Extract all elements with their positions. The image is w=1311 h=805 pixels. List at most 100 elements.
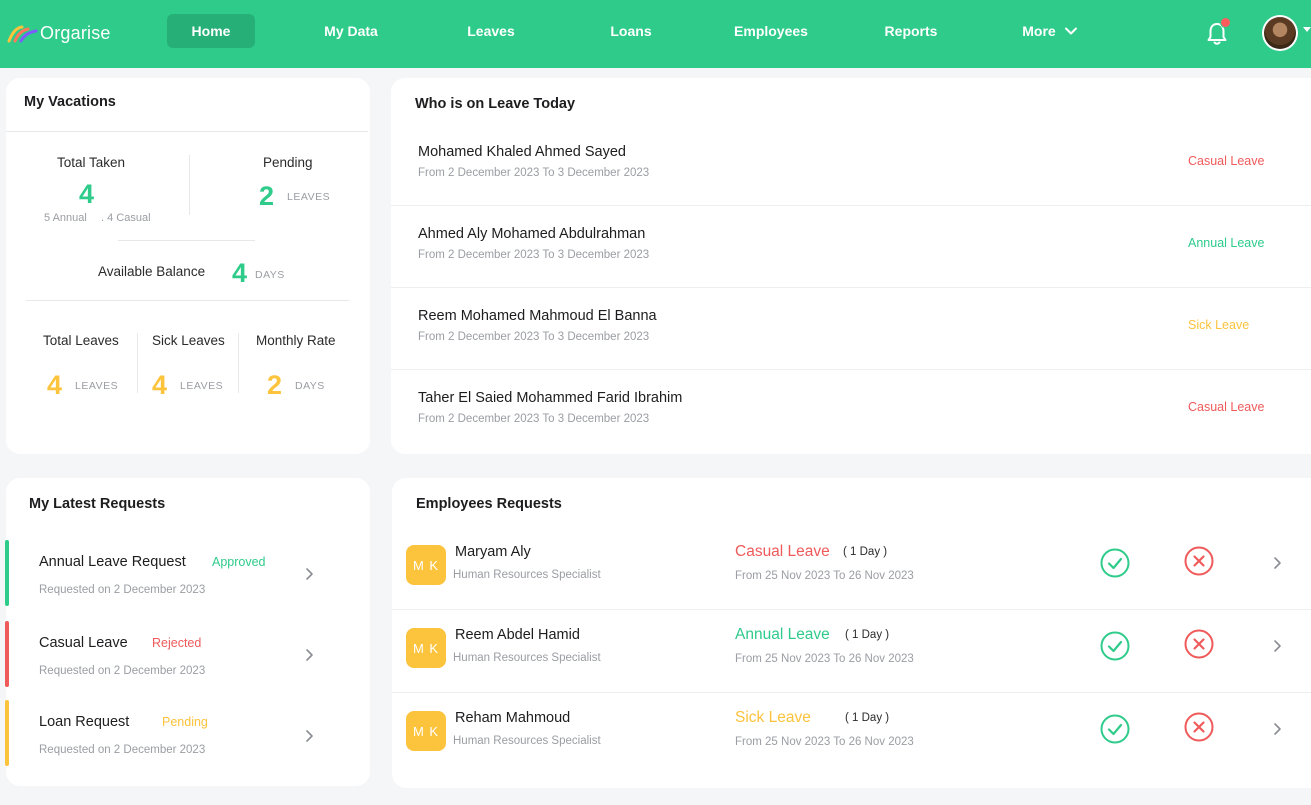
employee-name: Reem Abdel Hamid [455,627,580,643]
my-vacations-card: My Vacations Total Taken 4 5 Annual . 4 … [6,78,370,454]
caret-down-icon[interactable] [1303,27,1311,32]
divider [6,131,368,132]
divider [118,240,255,241]
status-indicator [5,700,9,766]
approve-check-icon[interactable] [1099,713,1131,745]
total-taken-casual: . 4 Casual [101,212,151,224]
card-title: Employees Requests [416,496,562,512]
employee-name: Ahmed Aly Mohamed Abdulrahman [418,226,646,242]
monthly-rate-value: 2 [267,370,283,400]
leave-dates: From 25 Nov 2023 To 26 Nov 2023 [735,570,914,582]
employee-name: Reham Mahmoud [455,710,571,726]
reject-x-icon[interactable] [1183,545,1215,577]
employee-initials-avatar: M K [406,711,446,751]
table-row: M K Reham Mahmoud Human Resources Specia… [392,693,1311,776]
list-item: Ahmed Aly Mohamed Abdulrahman From 2 Dec… [391,206,1311,288]
employee-initials-avatar: M K [406,545,446,585]
app-logo[interactable]: Orgarise [6,20,111,46]
sick-leaves-label: Sick Leaves [152,333,225,348]
my-latest-requests-card: My Latest Requests Annual Leave Request … [5,478,370,786]
leave-dates: From 2 December 2023 To 3 December 2023 [418,331,650,343]
employee-name: Taher El Saied Mohammed Farid Ibrahim [418,390,683,406]
request-title: Loan Request [39,714,130,730]
status-badge: Approved [212,555,266,569]
employee-role: Human Resources Specialist [453,652,601,664]
employee-name: Mohamed Khaled Ahmed Sayed [418,144,626,160]
nav-employees[interactable]: Employees [722,14,820,48]
leave-dates: From 25 Nov 2023 To 26 Nov 2023 [735,653,914,665]
nav-home[interactable]: Home [167,14,255,48]
list-item: Reem Mohamed Mahmoud El Banna From 2 Dec… [391,288,1311,370]
available-balance-label: Available Balance [98,264,206,279]
sick-leaves-unit: LEAVES [180,380,224,392]
reject-x-icon[interactable] [1183,711,1215,743]
request-title: Casual Leave [39,635,128,651]
chevron-down-icon [1064,27,1077,35]
nav-my-data[interactable]: My Data [310,14,392,48]
leave-type: Casual Leave [735,543,830,560]
request-date: Requested on 2 December 2023 [39,744,206,756]
nav-reports[interactable]: Reports [870,14,952,48]
monthly-rate-unit: DAYS [295,380,325,392]
leave-dates: From 25 Nov 2023 To 26 Nov 2023 [735,736,914,748]
request-date: Requested on 2 December 2023 [39,665,206,677]
nav-loans[interactable]: Loans [592,14,670,48]
list-item: Taher El Saied Mohammed Farid Ibrahim Fr… [391,370,1311,452]
divider [189,155,190,215]
divider [26,300,349,301]
nav-leaves[interactable]: Leaves [452,14,530,48]
leave-type: Casual Leave [1188,400,1265,414]
leave-duration: ( 1 Day ) [843,546,888,558]
available-balance-value: 4 [232,258,248,288]
notification-badge [1220,17,1231,28]
employee-initials-avatar: M K [406,628,446,668]
card-title: Who is on Leave Today [415,96,576,112]
total-leaves-value: 4 [47,370,63,400]
status-indicator [5,621,9,687]
request-date: Requested on 2 December 2023 [39,584,206,596]
leave-type: Annual Leave [1188,236,1265,250]
divider [137,333,138,393]
total-taken-label: Total Taken [57,155,126,170]
total-leaves-unit: LEAVES [75,380,119,392]
employee-name: Reem Mohamed Mahmoud El Banna [418,308,657,324]
approve-check-icon[interactable] [1099,547,1131,579]
request-item-casual[interactable]: Casual Leave Rejected Requested on 2 Dec… [5,621,370,687]
employee-role: Human Resources Specialist [453,569,601,581]
chevron-right-icon[interactable] [303,566,315,582]
reject-x-icon[interactable] [1183,628,1215,660]
request-item-annual[interactable]: Annual Leave Request Approved Requested … [5,540,370,606]
leave-dates: From 2 December 2023 To 3 December 2023 [418,249,650,261]
top-navigation-bar: Orgarise Home My Data Leaves Loans Emplo… [0,0,1311,68]
chevron-right-icon[interactable] [1271,721,1283,737]
chevron-right-icon[interactable] [1271,555,1283,571]
status-indicator [5,540,9,606]
leave-dates: From 2 December 2023 To 3 December 2023 [418,413,650,425]
avatar[interactable] [1262,15,1298,51]
employee-role: Human Resources Specialist [453,735,601,747]
status-badge: Pending [162,715,208,729]
logo-rainbow-icon [7,25,38,43]
total-taken-value: 4 [79,179,95,209]
leave-type: Sick Leave [1188,318,1250,332]
chevron-right-icon[interactable] [303,728,315,744]
on-leave-today-card: Who is on Leave Today Mohamed Khaled Ahm… [391,78,1311,454]
request-item-loan[interactable]: Loan Request Pending Requested on 2 Dece… [5,700,370,766]
employees-requests-card: Employees Requests M K Maryam Aly Human … [392,478,1311,788]
status-badge: Rejected [152,636,202,650]
leave-duration: ( 1 Day ) [845,629,890,641]
nav-more-label: More [1022,23,1056,39]
approve-check-icon[interactable] [1099,630,1131,662]
leave-type: Sick Leave [735,709,811,726]
chevron-right-icon[interactable] [1271,638,1283,654]
leave-dates: From 2 December 2023 To 3 December 2023 [418,167,650,179]
nav-more[interactable]: More [1008,14,1092,48]
employee-name: Maryam Aly [455,544,531,560]
leave-type: Casual Leave [1188,154,1265,168]
request-title: Annual Leave Request [39,554,186,570]
chevron-right-icon[interactable] [303,647,315,663]
divider [238,333,239,393]
sick-leaves-value: 4 [152,370,168,400]
app-name: Orgarise [40,22,111,43]
table-row: M K Maryam Aly Human Resources Specialis… [392,527,1311,610]
